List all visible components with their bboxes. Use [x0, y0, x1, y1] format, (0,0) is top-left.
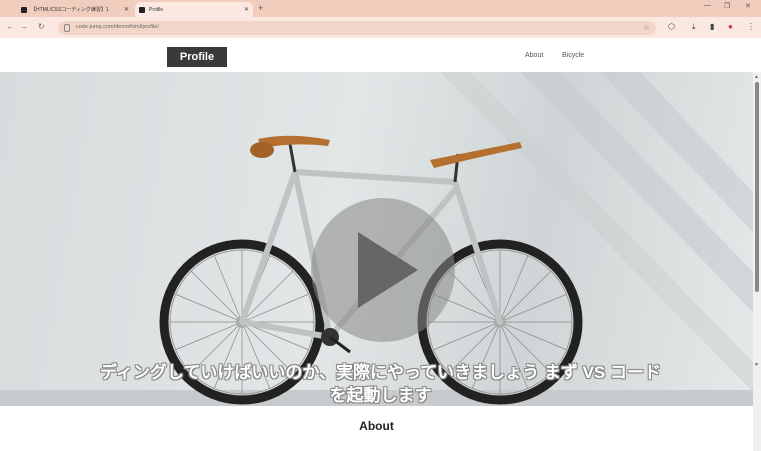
tab-title: Profile [149, 6, 164, 13]
favicon-icon [139, 6, 145, 13]
favicon-icon [21, 6, 27, 13]
address-bar-row: ← → ↻ code-jump.com/demo/html/profile/ ☆… [0, 17, 761, 38]
site-header: Profile About Bicycle [0, 38, 753, 72]
play-button[interactable] [311, 198, 455, 342]
download-icon[interactable]: ⤓ [692, 22, 696, 32]
menu-icon[interactable]: ⋮ [747, 22, 755, 31]
site-logo[interactable]: Profile [167, 47, 227, 67]
browser-tab[interactable]: 【HTML/CSSコーディング練習】1 ✕ [17, 2, 133, 17]
scroll-up-icon[interactable]: ▲ [754, 74, 759, 80]
close-icon[interactable]: ✕ [124, 6, 129, 13]
close-icon[interactable]: ✕ [244, 6, 249, 13]
maximize-icon[interactable]: ❐ [724, 2, 730, 10]
forward-icon[interactable]: → [20, 22, 28, 31]
bicycle-photo [0, 72, 753, 406]
subtitle-line-1: ディングしていけばいいのか、実際にやっていきましょう まず VS コード [100, 363, 661, 382]
extensions-icon[interactable]: ⬡ [668, 22, 675, 31]
subtitle-line-2: を起動します [329, 386, 432, 405]
nav-link-bicycle[interactable]: Bicycle [562, 52, 584, 59]
reload-icon[interactable]: ↻ [38, 22, 45, 31]
handlebar [430, 142, 522, 168]
minimize-icon[interactable]: — [704, 2, 711, 9]
close-window-icon[interactable]: ✕ [745, 2, 751, 10]
sidebar-icon[interactable]: ▮ [710, 22, 714, 31]
scrollbar-thumb[interactable] [755, 82, 759, 292]
section-heading: About [359, 419, 394, 433]
tab-title: 【HTML/CSSコーディング練習】1 [31, 7, 109, 13]
profile-avatar-icon[interactable]: ● [728, 22, 733, 31]
nav-link-about[interactable]: About [525, 52, 543, 59]
back-icon[interactable]: ← [6, 22, 14, 31]
url-text[interactable]: code-jump.com/demo/html/profile/ [76, 24, 159, 30]
browser-tab-bar: 【HTML/CSSコーディング練習】1 ✕ Profile ✕ + — ❐ ✕ [0, 0, 761, 17]
new-tab-icon[interactable]: + [258, 3, 263, 13]
browser-tab-active[interactable]: Profile ✕ [135, 2, 253, 17]
bookmark-star-icon[interactable]: ☆ [643, 23, 650, 32]
hero-image [0, 72, 753, 406]
site-info-icon[interactable] [64, 24, 70, 32]
address-bar[interactable]: code-jump.com/demo/html/profile/ ☆ [58, 21, 656, 35]
